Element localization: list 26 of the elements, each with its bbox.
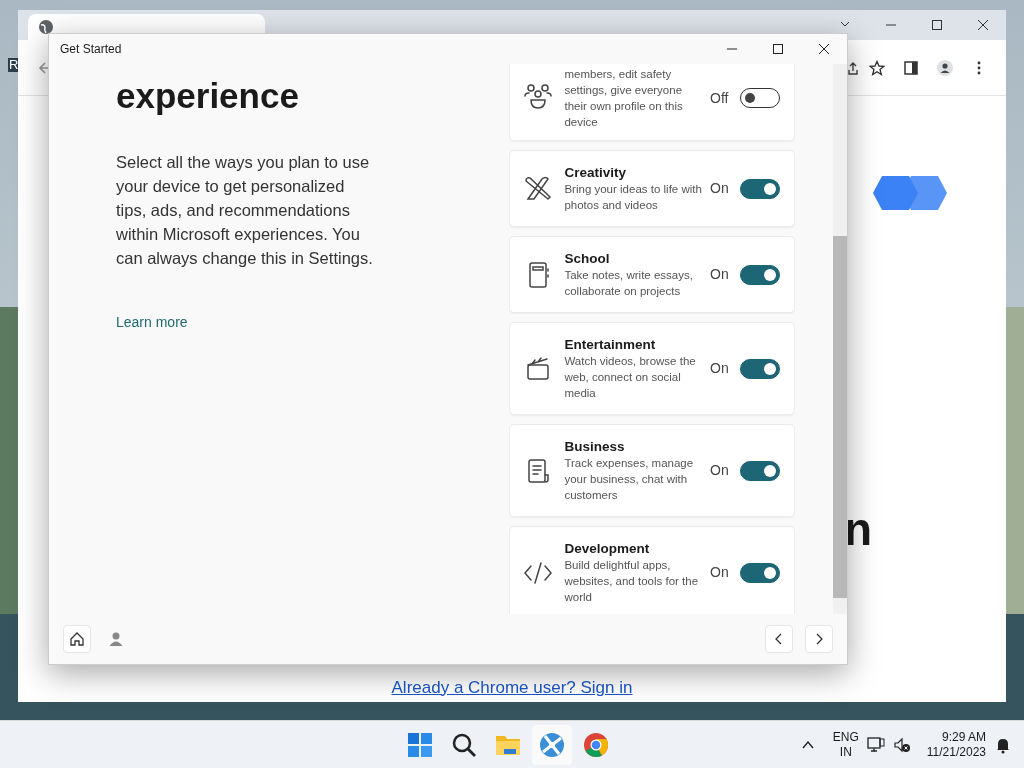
clock-time[interactable]: 9:29 AM bbox=[926, 729, 986, 745]
heading: experience bbox=[116, 75, 300, 117]
category-description: Watch videos, browse the web, connect on social media bbox=[564, 354, 697, 401]
region-code[interactable]: IN bbox=[832, 744, 859, 760]
learn-more-link[interactable]: Learn more bbox=[116, 314, 188, 330]
category-description: Take notes, write essays, collaborate on projects bbox=[564, 268, 694, 299]
category-description: Track expenses, manage your business, chat with customers bbox=[564, 456, 695, 503]
window-title: Get Started bbox=[59, 41, 123, 58]
toggle-status: On bbox=[710, 179, 730, 198]
toggle-status: On bbox=[710, 461, 730, 480]
category-description: members, edit safety settings, give everyone their own profile on this device bbox=[564, 67, 684, 130]
toggle-status: On bbox=[710, 563, 730, 582]
category-title: Creativity bbox=[564, 164, 627, 181]
category-description: Bring your ideas to life with photos and videos bbox=[564, 182, 703, 213]
toggle-status: On bbox=[710, 265, 730, 284]
category-title: Entertainment bbox=[564, 336, 657, 353]
category-title: School bbox=[564, 250, 611, 267]
category-description: Build delightful apps, websites, and tools for the world bbox=[564, 558, 700, 605]
language-code[interactable]: ENG bbox=[832, 729, 859, 745]
category-title: Development bbox=[564, 540, 651, 557]
sign-in-link[interactable]: Already a Chrome user? Sign in bbox=[391, 674, 633, 700]
category-title: Business bbox=[564, 438, 626, 455]
description-text: Select all the ways you plan to use your device to get personalized tips, ads, and recommendations within Microsoft experiences. You can always change this in Settings. bbox=[116, 152, 374, 269]
clock-date[interactable]: 11/21/2023 bbox=[926, 744, 986, 760]
toggle-status: Off bbox=[710, 88, 730, 108]
toggle-status: On bbox=[710, 359, 730, 378]
